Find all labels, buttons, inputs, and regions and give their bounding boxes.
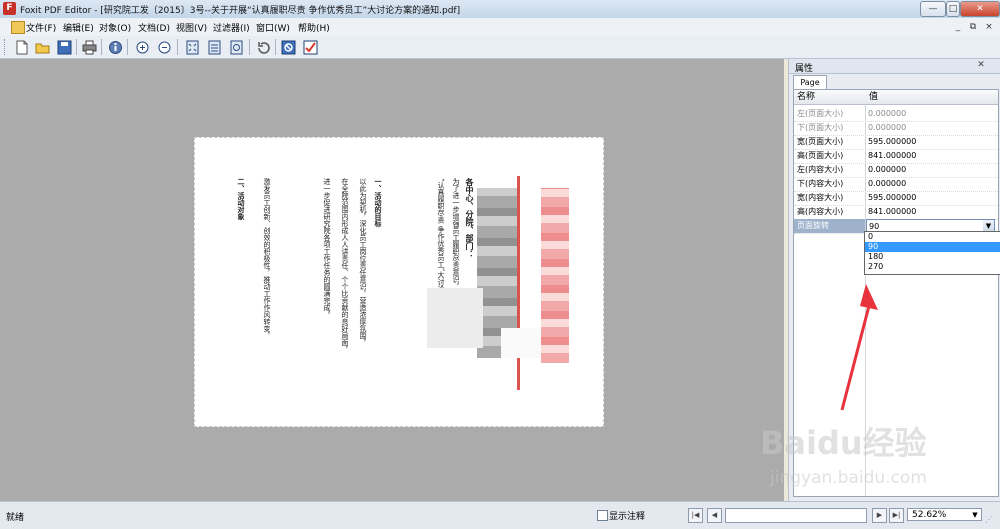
minimize-button[interactable]: — xyxy=(920,1,946,17)
redacted-red-title xyxy=(541,188,569,363)
property-grid: 名称 值 左(页面大小) 0.000000 下(页面大小) 0.000000 宽(页… xyxy=(793,89,999,497)
mdi-close-button[interactable]: × xyxy=(983,21,995,33)
panel-title: 属性 xyxy=(795,64,814,74)
fit-page-icon[interactable] xyxy=(183,38,202,57)
open-folder-icon[interactable] xyxy=(33,38,52,57)
menu-document[interactable]: 文档(D) xyxy=(138,21,170,34)
mdi-minimize-button[interactable]: _ xyxy=(952,21,964,33)
column-header-name[interactable]: 名称 xyxy=(794,90,866,105)
zoom-out-icon[interactable] xyxy=(155,38,174,57)
menu-object[interactable]: 对象(O) xyxy=(99,21,131,34)
column-header-value[interactable]: 值 xyxy=(866,90,998,105)
menu-file[interactable]: 文件(F) xyxy=(26,21,56,34)
panel-close-icon[interactable]: ✕ xyxy=(975,60,987,71)
panel-header: 属性 ✕ xyxy=(789,59,1000,74)
edit-pencil-icon xyxy=(11,21,25,34)
title-bar: F Foxit PDF Editor - [研究院工发〔2015〕3号--关于开… xyxy=(0,0,1000,19)
chevron-down-icon[interactable]: ▼ xyxy=(970,509,980,522)
doc-line: 以此为契机，深化员工岗位责任意识，营造浓厚氛围， xyxy=(359,178,367,346)
status-text: 就绪 xyxy=(6,513,25,523)
show-annotations-label: 显示注释 xyxy=(609,512,646,522)
menu-edit[interactable]: 编辑(E) xyxy=(63,21,94,34)
last-page-icon[interactable]: ▶| xyxy=(889,508,904,523)
property-row[interactable]: 左(页面大小) 0.000000 xyxy=(794,107,998,122)
redacted-area xyxy=(427,288,483,348)
toolbar-separator xyxy=(127,39,128,55)
tab-page[interactable]: Page xyxy=(793,75,827,89)
document-workspace[interactable]: 各中心、分院、部门： 为了进一步增强员工履职尽责意识，研究院决定开展 “认真履职… xyxy=(0,59,784,501)
stop-icon[interactable] xyxy=(279,38,298,57)
toolbar-separator xyxy=(177,39,178,55)
rotate-icon[interactable] xyxy=(254,38,273,57)
checkmark-icon[interactable] xyxy=(301,38,320,57)
rotation-option[interactable]: 180 xyxy=(865,252,1000,262)
menu-bar: 文件(F) 编辑(E) 对象(O) 文档(D) 视图(V) 过滤器(I) 窗口(… xyxy=(0,18,1000,37)
save-icon[interactable] xyxy=(55,38,74,57)
rotation-option-selected[interactable]: 90 xyxy=(865,242,1000,252)
next-page-icon[interactable]: ▶ xyxy=(872,508,887,523)
maximize-button[interactable]: □ xyxy=(946,1,960,17)
redacted-area xyxy=(501,328,541,358)
property-row[interactable]: 宽(页面大小) 595.000000 xyxy=(794,135,998,150)
toolbar-grip[interactable] xyxy=(4,39,8,55)
properties-panel: 属性 ✕ Page 名称 值 左(页面大小) 0.000000 下(页面大小) 0.… xyxy=(788,59,1000,501)
toolbar-separator xyxy=(101,39,102,55)
mdi-restore-button[interactable]: ⧉ xyxy=(967,21,979,33)
property-row[interactable]: 宽(内容大小) 595.000000 xyxy=(794,191,998,206)
property-row[interactable]: 高(页面大小) 841.000000 xyxy=(794,149,998,164)
menu-view[interactable]: 视图(V) xyxy=(176,21,207,34)
toolbar xyxy=(0,36,1000,59)
toolbar-separator xyxy=(76,39,77,55)
rotation-dropdown-list: 0 90 180 270 xyxy=(864,231,1000,275)
rotation-label: 页面旋转 xyxy=(797,221,829,230)
print-icon[interactable] xyxy=(80,38,99,57)
zoom-value: 52.62% xyxy=(912,510,947,520)
actual-size-icon[interactable] xyxy=(227,38,246,57)
toolbar-separator xyxy=(249,39,250,55)
close-button[interactable]: ✕ xyxy=(960,1,1000,17)
resize-grip-icon[interactable]: ⋰ xyxy=(985,514,997,526)
pdf-page[interactable]: 各中心、分院、部门： 为了进一步增强员工履职尽责意识，研究院决定开展 “认真履职… xyxy=(194,137,604,427)
info-icon[interactable] xyxy=(106,38,125,57)
annotation-arrow xyxy=(840,284,878,411)
property-row[interactable]: 左(内容大小) 0.000000 xyxy=(794,163,998,178)
window-title: Foxit PDF Editor - [研究院工发〔2015〕3号--关于开展“… xyxy=(20,6,461,16)
doc-line: 激发员工创新、创效的积极性，推动工作作风转变， xyxy=(263,178,271,339)
doc-line: 一、活动的目标 xyxy=(374,178,383,227)
zoom-select[interactable]: 52.62% ▼ xyxy=(907,508,982,521)
doc-line: 在全院范围内形成人人讲责任、个个比贡献的良好局面， xyxy=(341,178,349,353)
toolbar-separator xyxy=(275,39,276,55)
fit-width-icon[interactable] xyxy=(205,38,224,57)
show-annotations-checkbox[interactable] xyxy=(597,510,608,521)
doc-line: 各中心、分院、部门： xyxy=(465,178,475,258)
foxit-logo-icon: F xyxy=(3,2,16,15)
property-row[interactable]: 下(页面大小) 0.000000 xyxy=(794,121,998,136)
menu-filter[interactable]: 过滤器(I) xyxy=(213,21,250,34)
previous-page-icon[interactable]: ◀ xyxy=(707,508,722,523)
new-document-icon[interactable] xyxy=(12,38,31,57)
first-page-icon[interactable]: |◀ xyxy=(688,508,703,523)
rotation-option[interactable]: 0 xyxy=(865,232,1000,242)
page-number-input[interactable] xyxy=(725,508,867,523)
property-row[interactable]: 高(内容大小) 841.000000 xyxy=(794,205,998,220)
property-row[interactable]: 下(内容大小) 0.000000 xyxy=(794,177,998,192)
zoom-in-icon[interactable] xyxy=(133,38,152,57)
status-bar: 就绪 显示注释 |◀ ◀ ▶ ▶| 52.62% ▼ ⋰ xyxy=(0,501,1000,529)
doc-line: 二、活动对象 xyxy=(237,178,246,220)
menu-help[interactable]: 帮助(H) xyxy=(298,21,330,34)
doc-line: 进一步促进研究院各项工作任务的圆满完成。 xyxy=(323,178,331,318)
menu-window[interactable]: 窗口(W) xyxy=(256,21,290,34)
